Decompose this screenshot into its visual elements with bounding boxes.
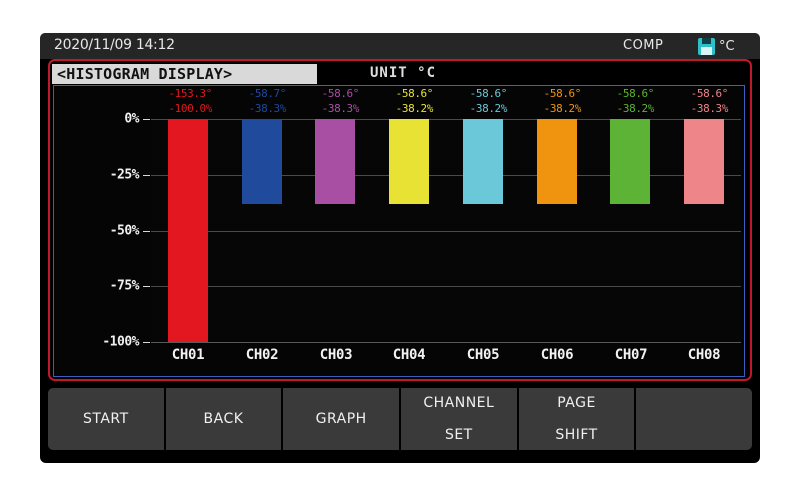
- channel-label[interactable]: CH07: [594, 347, 668, 363]
- y-axis-tick-mark: [143, 342, 150, 343]
- status-datetime: 2020/11/09 14:12: [54, 37, 175, 53]
- channel-percent-value: -38.3%: [690, 102, 729, 115]
- status-unit-text: °C: [719, 38, 735, 54]
- status-unit-indicator: °C: [698, 35, 748, 57]
- histogram-bar: [242, 119, 282, 204]
- channel-temperature-value: -58.6°: [395, 87, 434, 100]
- channel-label[interactable]: CH01: [151, 347, 225, 363]
- channel-temperature-value: -58.7°: [248, 87, 287, 100]
- histogram-bar: [610, 119, 650, 204]
- function-key-channel-set[interactable]: CHANNEL SET: [401, 388, 519, 450]
- floppy-disk-icon: [698, 37, 715, 55]
- channel-percent-value: -38.2%: [469, 102, 508, 115]
- y-axis-tick-label: -50%: [109, 223, 140, 239]
- y-axis-tick-mark: [143, 119, 150, 120]
- channel-label[interactable]: CH08: [667, 347, 741, 363]
- function-key-label: START: [82, 410, 129, 427]
- function-key-empty: [636, 388, 752, 450]
- histogram-bar: [537, 119, 577, 204]
- y-axis-tick-label: -75%: [109, 278, 140, 294]
- channel-label[interactable]: CH04: [372, 347, 446, 363]
- function-key-bar: START BACK GRAPH CHANNEL SET PAGE SHIFT: [48, 388, 752, 450]
- status-bar: 2020/11/09 14:12 COMP °C: [40, 33, 760, 59]
- plot-area: [151, 119, 741, 343]
- percent-value-row: -100.0% -38.3% -38.3% -38.2% -38.2% -38.2% -38…: [54, 102, 744, 117]
- channel-temperature-value: -58.6°: [469, 87, 508, 100]
- gridline: [151, 231, 741, 232]
- display-frame: <HISTOGRAM DISPLAY> UNIT °C -153.3° -58.7…: [48, 59, 752, 381]
- function-key-back[interactable]: BACK: [165, 388, 284, 450]
- function-key-page-shift[interactable]: PAGE SHIFT: [518, 388, 637, 450]
- function-key-label: SET: [444, 427, 473, 444]
- channel-temperature-value: -58.6°: [543, 87, 582, 100]
- channel-percent-value: -38.3%: [248, 102, 287, 115]
- channel-percent-value: -38.2%: [616, 102, 655, 115]
- channel-label[interactable]: CH03: [299, 347, 373, 363]
- title-row: <HISTOGRAM DISPLAY> UNIT °C: [50, 63, 750, 85]
- channel-label[interactable]: CH02: [225, 347, 299, 363]
- gridline: [151, 119, 741, 120]
- function-key-label: BACK: [203, 410, 244, 427]
- channel-percent-value: -38.3%: [321, 102, 360, 115]
- y-axis-tick-mark: [143, 231, 150, 232]
- function-key-label: PAGE: [557, 394, 596, 411]
- x-axis-line: [151, 342, 741, 343]
- y-axis-tick-mark: [143, 286, 150, 287]
- histogram-bar: [168, 119, 208, 342]
- channel-label[interactable]: CH06: [520, 347, 594, 363]
- unit-header-label: UNIT °C: [370, 65, 437, 81]
- function-key-start[interactable]: START: [48, 388, 166, 450]
- function-key-label: SHIFT: [555, 427, 598, 444]
- histogram-bar: [315, 119, 355, 204]
- temperature-value-row: -153.3° -58.7° -58.6° -58.6° -58.6° -58.6° -58…: [54, 87, 744, 102]
- channel-percent-value: -100.0%: [168, 102, 212, 115]
- y-axis-tick-mark: [143, 175, 150, 176]
- channel-percent-value: -38.2%: [395, 102, 434, 115]
- channel-temperature-value: -58.6°: [690, 87, 729, 100]
- y-axis-tick-label: -25%: [109, 167, 140, 183]
- page-title: <HISTOGRAM DISPLAY>: [52, 64, 317, 84]
- gridline: [151, 175, 741, 176]
- channel-temperature-value: -153.3°: [168, 87, 212, 100]
- function-key-label: GRAPH: [315, 410, 367, 427]
- instrument-screen: 2020/11/09 14:12 COMP °C <HISTOGRAM DISP…: [40, 33, 760, 463]
- histogram-bar: [463, 119, 503, 204]
- channel-label[interactable]: CH05: [446, 347, 520, 363]
- y-axis-tick-label: -100%: [102, 334, 139, 350]
- function-key-graph[interactable]: GRAPH: [283, 388, 402, 450]
- channel-percent-value: -38.2%: [543, 102, 582, 115]
- channel-temperature-value: -58.6°: [616, 87, 655, 100]
- channel-temperature-value: -58.6°: [321, 87, 360, 100]
- histogram-bar: [389, 119, 429, 204]
- status-comp-label: COMP: [623, 38, 664, 53]
- function-key-label: CHANNEL: [423, 394, 495, 411]
- page-title-text: <HISTOGRAM DISPLAY>: [57, 65, 233, 83]
- y-axis-tick-label: 0%: [124, 111, 139, 127]
- gridline: [151, 286, 741, 287]
- histogram-bar: [684, 119, 724, 204]
- histogram-panel: -153.3° -58.7° -58.6° -58.6° -58.6° -58.6° -58…: [53, 85, 745, 377]
